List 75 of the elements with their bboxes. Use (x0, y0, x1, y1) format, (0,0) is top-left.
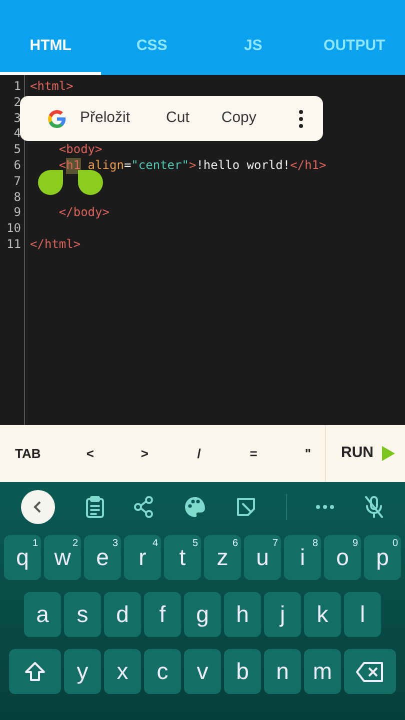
symbol-key[interactable]: TAB (15, 444, 41, 464)
backspace-icon (356, 662, 384, 682)
palette-icon[interactable] (184, 496, 206, 518)
code-token: < (58, 158, 66, 174)
back-button[interactable] (20, 490, 55, 524)
code-token: > (188, 158, 196, 174)
keyboard-key[interactable]: t 5 (164, 535, 201, 580)
more-icon[interactable] (297, 108, 305, 128)
keyboard-key[interactable]: l (344, 592, 381, 637)
shift-key[interactable] (9, 649, 61, 694)
code-token: align (86, 158, 124, 174)
code-token: = (124, 158, 132, 174)
key-hint: 6 (232, 537, 238, 551)
code-token: </body> (58, 205, 110, 222)
keyboard-key[interactable]: y (64, 649, 101, 694)
keyboard-key[interactable]: b (224, 649, 261, 694)
keyboard-key[interactable]: f (144, 592, 181, 637)
translate-button[interactable]: Přeložit (48, 107, 130, 130)
key-hint: 8 (312, 537, 318, 551)
line-number: 4 (12, 126, 22, 142)
selection-handle-icon (38, 170, 63, 195)
line-number: 2 (12, 94, 22, 111)
keyboard-key[interactable]: j (264, 592, 301, 637)
code-token: </html> (30, 236, 81, 253)
key-hint: 9 (352, 537, 358, 551)
symbol-key[interactable]: / (194, 444, 204, 464)
code-token: !hello world! (196, 158, 290, 174)
line-number: 11 (6, 236, 22, 253)
code-token: <html> (30, 79, 74, 95)
share-icon[interactable] (134, 496, 154, 518)
keyboard-key[interactable]: k (304, 592, 341, 637)
backspace-key[interactable] (344, 649, 396, 694)
keyboard-key[interactable]: c (144, 649, 181, 694)
key-hint: 1 (32, 537, 38, 551)
symbol-key[interactable]: = (248, 444, 259, 464)
mic-off-icon[interactable] (364, 495, 384, 519)
clipboard-icon[interactable] (84, 496, 105, 518)
key-hint: 7 (272, 537, 278, 551)
line-number: 6 (12, 158, 22, 174)
key-hint: 5 (192, 537, 198, 551)
keyboard-key[interactable]: m (304, 649, 341, 694)
line-number: 7 (12, 174, 22, 190)
key-hint: 4 (152, 537, 158, 551)
selection-handle-icon (78, 170, 103, 195)
shift-arrow-icon (24, 660, 46, 682)
line-number: 3 (12, 110, 22, 126)
keyboard-key[interactable]: s (64, 592, 101, 637)
line-number: 9 (12, 205, 22, 222)
menu-item[interactable]: Cut (154, 107, 202, 130)
code-token: <body> (58, 142, 102, 158)
play-icon (382, 446, 394, 461)
line-number: 1 (12, 79, 22, 95)
line-number: 10 (6, 221, 22, 237)
g-logo-icon (48, 110, 66, 128)
key-hint: 2 (72, 537, 78, 551)
code-token: h1 (66, 158, 81, 174)
keyboard-key[interactable]: x (104, 649, 141, 694)
keyboard-key[interactable]: i 8 (284, 535, 321, 580)
symbol-key[interactable]: " (302, 444, 313, 464)
symbol-key[interactable]: < (85, 444, 96, 464)
keyboard-key[interactable]: h (224, 592, 261, 637)
menu-item[interactable]: Copy (209, 107, 268, 130)
keyboard-key[interactable]: v (184, 649, 221, 694)
line-number: 8 (12, 190, 22, 206)
keyboard-key[interactable]: d (104, 592, 141, 637)
code-token: </h1> (290, 158, 326, 174)
keyboard-key[interactable]: r 4 (124, 535, 161, 580)
keyboard-key[interactable]: n (264, 649, 301, 694)
code-token: "center" (131, 158, 189, 174)
keyboard-key[interactable]: a (24, 592, 61, 637)
keyboard-key[interactable]: g (184, 592, 221, 637)
key-hint: 0 (392, 537, 398, 551)
key-hint: 3 (112, 537, 118, 551)
line-number: 5 (12, 142, 22, 158)
symbol-key[interactable]: > (140, 444, 150, 464)
